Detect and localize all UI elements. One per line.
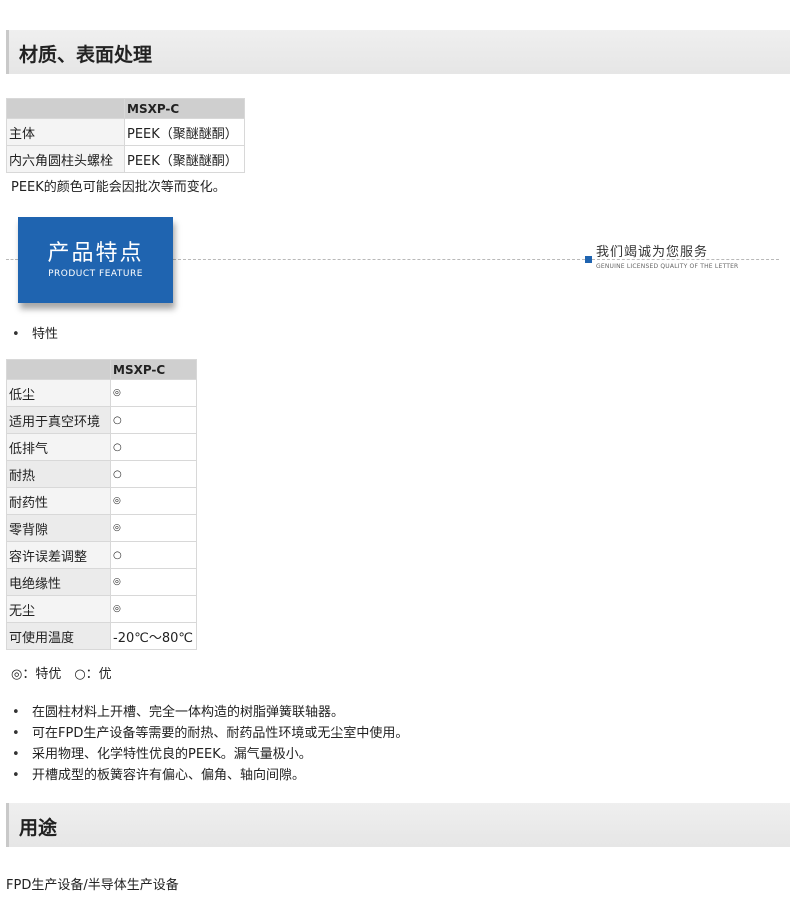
- banner-slogan-english: GENUINE LICENSED QUALITY OF THE LETTER: [596, 263, 739, 270]
- bullet-icon: •: [12, 768, 20, 783]
- table-cell-label: 无尘: [6, 595, 111, 623]
- features-table: MSXP-C 低尘 ◎ 适用于真空环境 ○ 低排气 ○ 耐热 ○ 耐药性 ◎ 零…: [6, 359, 197, 650]
- list-item-text: 可在FPD生产设备等需要的耐热、耐药品性环境或无尘室中使用。: [32, 726, 409, 741]
- divider-line: [173, 259, 585, 260]
- table-row: 适用于真空环境 ○: [6, 406, 197, 434]
- list-item-text: 开槽成型的板簧容许有偏心、偏角、轴向间隙。: [32, 768, 306, 783]
- table-cell-value: ◎: [110, 487, 197, 515]
- product-feature-banner: 产品特点 PRODUCT FEATURE: [18, 217, 173, 303]
- list-item-text: 在圆柱材料上开槽、完全一体构造的树脂弹簧联轴器。: [32, 705, 345, 720]
- table-header-cell: [6, 98, 125, 119]
- material-note: PEEK的颜色可能会因批次等而变化。: [11, 180, 226, 195]
- section-header-material: 材质、表面处理: [6, 30, 790, 74]
- table-cell-value: ○: [110, 433, 197, 461]
- table-header-cell: MSXP-C: [110, 359, 197, 380]
- table-row: 耐热 ○: [6, 460, 197, 488]
- bullet-icon: •: [12, 726, 20, 741]
- table-cell-label: 耐热: [6, 460, 111, 488]
- list-item: • 在圆柱材料上开槽、完全一体构造的树脂弹簧联轴器。: [12, 702, 408, 723]
- table-row: 电绝缘性 ◎: [6, 568, 197, 596]
- table-row: 低尘 ◎: [6, 379, 197, 407]
- table-cell-value: ◎: [110, 514, 197, 542]
- table-cell-label: 内六角圆柱头螺栓: [6, 145, 125, 173]
- section-title: 用途: [19, 817, 58, 839]
- table-cell-label: 电绝缘性: [6, 568, 111, 596]
- table-header-cell: MSXP-C: [124, 98, 245, 119]
- table-row: 可使用温度 -20℃～80℃: [6, 622, 197, 650]
- list-item: • 开槽成型的板簧容许有偏心、偏角、轴向间隙。: [12, 765, 408, 786]
- table-cell-value: PEEK（聚醚醚酮）: [124, 118, 245, 146]
- table-cell-value: ○: [110, 406, 197, 434]
- table-row: 零背隙 ◎: [6, 514, 197, 542]
- table-cell-label: 零背隙: [6, 514, 111, 542]
- banner-subtitle: PRODUCT FEATURE: [48, 269, 143, 279]
- table-cell-label: 可使用温度: [6, 622, 111, 650]
- square-marker-icon: [585, 256, 592, 263]
- list-item-text: 采用物理、化学特性优良的PEEK。漏气量极小。: [32, 747, 312, 762]
- banner-title: 产品特点: [47, 241, 144, 266]
- material-table: MSXP-C 主体 PEEK（聚醚醚酮） 内六角圆柱头螺栓 PEEK（聚醚醚酮）: [6, 98, 245, 173]
- table-row: 耐药性 ◎: [6, 487, 197, 515]
- table-cell-label: 适用于真空环境: [6, 406, 111, 434]
- table-row: 低排气 ○: [6, 433, 197, 461]
- table-cell-label: 主体: [6, 118, 125, 146]
- list-item: • 采用物理、化学特性优良的PEEK。漏气量极小。: [12, 744, 408, 765]
- list-item-text: 特性: [32, 327, 59, 342]
- table-cell-label: 容许误差调整: [6, 541, 111, 569]
- table-row: 内六角圆柱头螺栓 PEEK（聚醚醚酮）: [6, 145, 245, 173]
- table-cell-label: 低排气: [6, 433, 111, 461]
- table-cell-label: 耐药性: [6, 487, 111, 515]
- table-row: 无尘 ◎: [6, 595, 197, 623]
- table-header-row: MSXP-C: [6, 98, 245, 119]
- table-cell-value: ○: [110, 460, 197, 488]
- table-header-row: MSXP-C: [6, 359, 197, 380]
- table-cell-value: ◎: [110, 568, 197, 596]
- bullet-icon: •: [12, 747, 20, 762]
- list-item: • 特性: [12, 324, 58, 345]
- table-header-cell: [6, 359, 111, 380]
- table-cell-value: -20℃～80℃: [110, 622, 197, 650]
- banner-slogan: 我们竭诚为您服务: [596, 245, 709, 260]
- divider-line: [6, 259, 18, 260]
- table-cell-value: ◎: [110, 379, 197, 407]
- symbol-legend: ◎：特优 ○：优: [11, 667, 112, 682]
- section-title: 材质、表面处理: [19, 44, 153, 66]
- table-cell-value: ◎: [110, 595, 197, 623]
- table-row: 容许误差调整 ○: [6, 541, 197, 569]
- feature-heading-list: • 特性: [12, 324, 58, 345]
- section-header-usage: 用途: [6, 803, 790, 847]
- table-cell-value: PEEK（聚醚醚酮）: [124, 145, 245, 173]
- feature-bullet-list: • 在圆柱材料上开槽、完全一体构造的树脂弹簧联轴器。 • 可在FPD生产设备等需要的…: [12, 702, 408, 786]
- bullet-icon: •: [12, 327, 20, 342]
- table-cell-value: ○: [110, 541, 197, 569]
- usage-text: FPD生产设备/半导体生产设备: [6, 878, 179, 893]
- list-item: • 可在FPD生产设备等需要的耐热、耐药品性环境或无尘室中使用。: [12, 723, 408, 744]
- table-cell-label: 低尘: [6, 379, 111, 407]
- table-row: 主体 PEEK（聚醚醚酮）: [6, 118, 245, 146]
- bullet-icon: •: [12, 705, 20, 720]
